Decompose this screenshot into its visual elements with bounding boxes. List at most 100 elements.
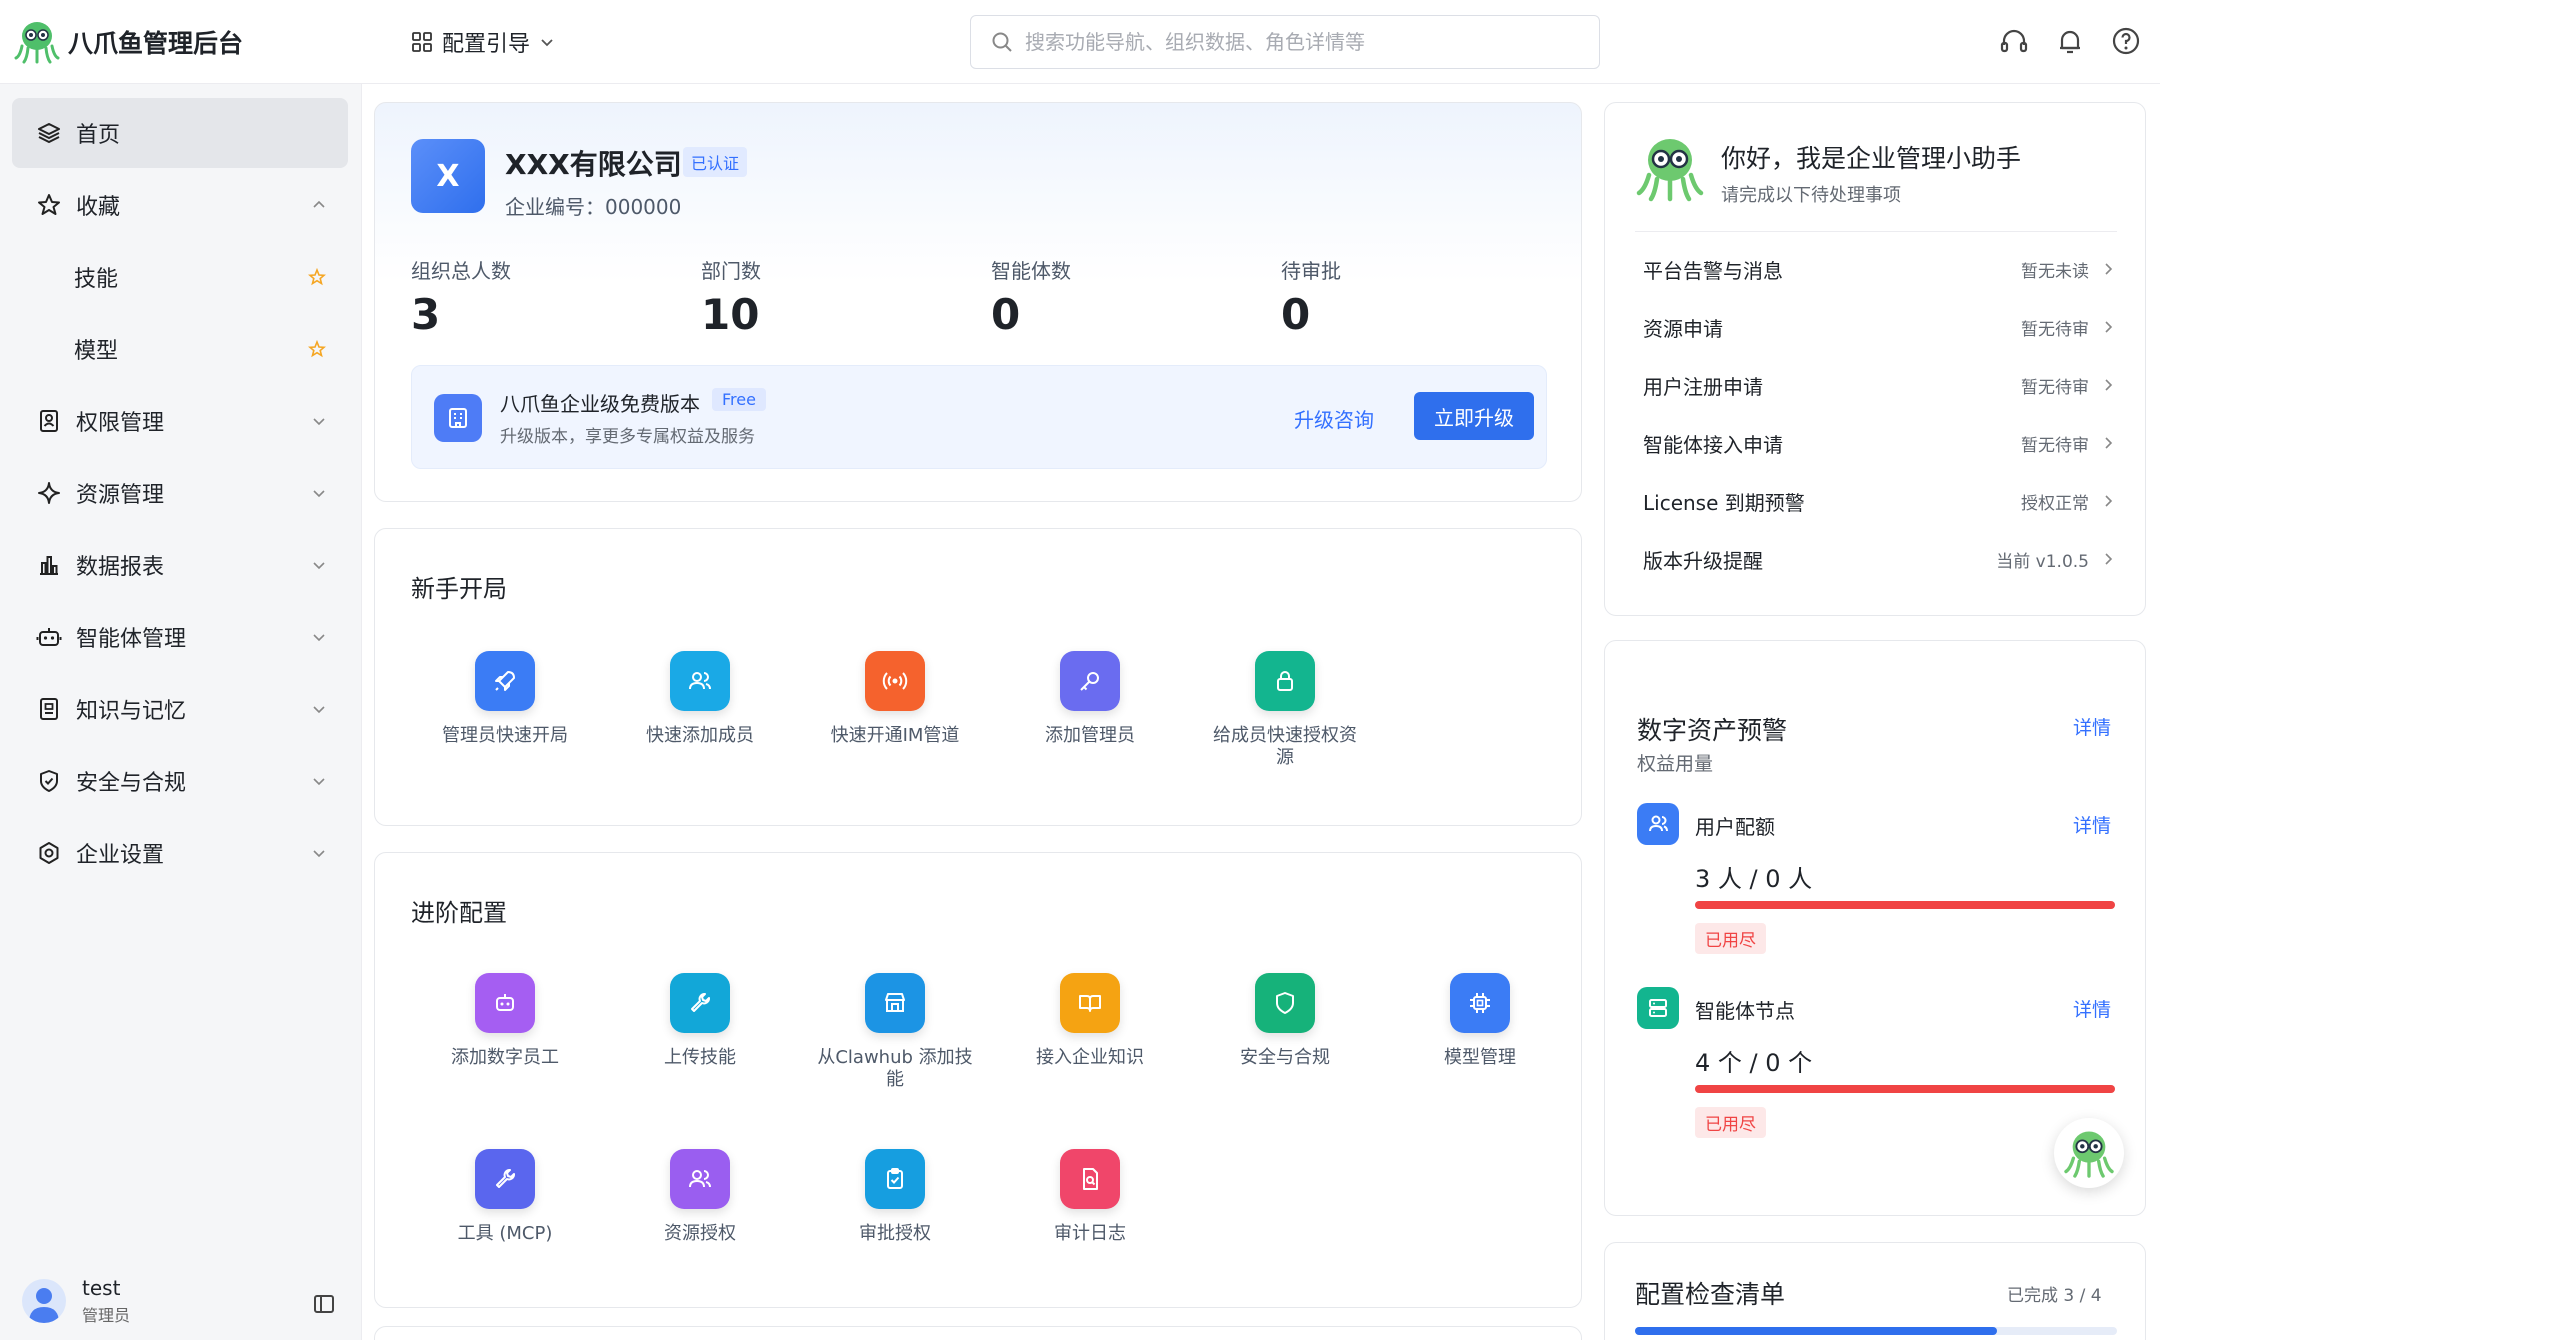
chevron-down-icon	[313, 778, 325, 786]
todo-status-text: 暂无未读	[2021, 261, 2089, 282]
todo-item-alerts[interactable]: 平台告警与消息 暂无未读	[1643, 249, 2115, 289]
quota-detail-link[interactable]: 详情	[2073, 811, 2111, 838]
todo-status-text: 暂无待审	[2021, 377, 2089, 398]
rocket-icon	[475, 651, 535, 711]
todo-item-license-expiry[interactable]: License 到期预警 授权正常	[1643, 481, 2115, 521]
user-profile[interactable]: test 管理员	[22, 1276, 130, 1326]
tile-label: 快速开通IM管道	[830, 725, 960, 746]
tile-open-im-channel[interactable]: 快速开通IM管道	[815, 651, 975, 747]
bell-icon[interactable]	[2054, 25, 2086, 57]
tile-model-management[interactable]: 模型管理	[1400, 973, 1560, 1069]
store-icon	[865, 973, 925, 1033]
chevron-right-icon	[2105, 379, 2113, 391]
sidebar-item-agents[interactable]: 智能体管理	[12, 602, 348, 672]
search-box[interactable]	[970, 15, 1600, 69]
upgrade-banner: 八爪鱼企业级免费版本 Free 升级版本，享更多专属权益及服务 升级咨询 立即升…	[411, 365, 1547, 469]
header-actions	[1998, 25, 2142, 57]
tile-security-compliance[interactable]: 安全与合规	[1205, 973, 1365, 1069]
tile-label: 资源授权	[664, 1223, 736, 1244]
chip-icon	[1450, 973, 1510, 1033]
upgrade-consult-link[interactable]: 升级咨询	[1294, 404, 1374, 433]
config-guide-menu[interactable]: 配置引导	[412, 26, 554, 58]
tile-label: 添加管理员	[1045, 725, 1135, 746]
tile-resource-authorization[interactable]: 资源授权	[620, 1149, 780, 1245]
tile-label: 添加数字员工	[451, 1047, 559, 1068]
key-icon	[1060, 651, 1120, 711]
book-icon	[40, 698, 58, 720]
tile-quick-authorize[interactable]: 给成员快速授权资源	[1205, 651, 1365, 769]
quota-progress-fill	[1695, 901, 2115, 909]
tile-tools-mcp[interactable]: 工具 (MCP)	[425, 1149, 585, 1245]
users-icon	[670, 651, 730, 711]
checklist-progress-fill	[1635, 1327, 1997, 1335]
todo-item-user-registration[interactable]: 用户注册申请 暂无待审	[1643, 365, 2115, 405]
sidebar-subitem-skills[interactable]: 技能	[12, 244, 348, 310]
tile-add-admin[interactable]: 添加管理员	[1010, 651, 1170, 747]
sidebar-item-security[interactable]: 安全与合规	[12, 746, 348, 816]
upgrade-now-button[interactable]: 立即升级	[1414, 392, 1534, 440]
star-filled-icon[interactable]	[308, 268, 326, 286]
layers-icon	[38, 123, 60, 144]
edition-desc: 升级版本，享更多专属权益及服务	[500, 427, 755, 447]
todo-item-resource-requests[interactable]: 资源申请 暂无待审	[1643, 307, 2115, 347]
search-icon	[992, 32, 1012, 52]
tile-label: 安全与合规	[1240, 1047, 1330, 1068]
sidebar-item-permissions[interactable]: 权限管理	[12, 386, 348, 456]
edition-title: 八爪鱼企业级免费版本	[500, 392, 700, 416]
tile-admin-quick-start[interactable]: 管理员快速开局	[425, 651, 585, 747]
tile-add-clawhub-skill[interactable]: 从Clawhub 添加技能	[815, 973, 975, 1091]
chevron-down-icon	[313, 850, 325, 858]
sidebar-item-home[interactable]: 首页	[12, 98, 348, 168]
quota-status-tag: 已用尽	[1695, 1107, 1766, 1138]
chevron-down-icon	[313, 562, 325, 570]
users-icon	[670, 1149, 730, 1209]
help-icon[interactable]	[2110, 25, 2142, 57]
asset-detail-link[interactable]: 详情	[2073, 713, 2111, 740]
grid-icon	[412, 32, 432, 52]
wrench-icon	[475, 1149, 535, 1209]
stat-value: 0	[1281, 290, 1311, 339]
tile-upload-skill[interactable]: 上传技能	[620, 973, 780, 1069]
robot-icon	[36, 628, 62, 646]
todo-status: 授权正常	[2021, 489, 2115, 514]
assistant-title: 你好，我是企业管理小助手	[1721, 144, 2022, 173]
company-id: 企业编号：000000	[505, 195, 682, 219]
sidebar-item-knowledge[interactable]: 知识与记忆	[12, 674, 348, 744]
sidebar-item-label: 资源管理	[76, 483, 165, 508]
tile-approval-authorization[interactable]: 审批授权	[815, 1149, 975, 1245]
tile-label: 上传技能	[664, 1047, 736, 1068]
todo-item-version-upgrade[interactable]: 版本升级提醒 当前 v1.0.5	[1643, 539, 2115, 579]
sidebar-item-enterprise-settings[interactable]: 企业设置	[12, 818, 348, 888]
tile-label: 审批授权	[859, 1223, 931, 1244]
bar-chart-icon	[40, 556, 58, 575]
tile-connect-knowledge[interactable]: 接入企业知识	[1010, 973, 1170, 1069]
beginner-setup-card: 新手开局 管理员快速开局 快速添加成员 快速开通IM管道 添加管理员 给成员快速…	[374, 528, 1582, 826]
floating-assistant-button[interactable]	[2054, 1118, 2124, 1188]
sidebar-subitem-models[interactable]: 模型	[12, 316, 348, 382]
tile-label: 模型管理	[1444, 1047, 1516, 1068]
tile-quick-add-members[interactable]: 快速添加成员	[620, 651, 780, 747]
star-filled-icon[interactable]	[308, 340, 326, 358]
tile-label: 给成员快速授权资源	[1213, 725, 1357, 768]
todo-label: 版本升级提醒	[1643, 548, 1763, 573]
sidebar-item-label: 数据报表	[76, 555, 165, 580]
tile-audit-log[interactable]: 审计日志	[1010, 1149, 1170, 1245]
todo-item-agent-access[interactable]: 智能体接入申请 暂无待审	[1643, 423, 2115, 463]
sidebar-item-reports[interactable]: 数据报表	[12, 530, 348, 600]
chevron-down-icon	[313, 706, 325, 714]
edition-tag: Free	[712, 388, 766, 411]
chevron-down-icon	[313, 634, 325, 642]
sidebar-item-resources[interactable]: 资源管理	[12, 458, 348, 528]
sidebar-collapse-icon[interactable]	[312, 1292, 336, 1316]
quota-progress-bar	[1695, 901, 2115, 909]
todo-status-text: 暂无待审	[2021, 435, 2089, 456]
stat-label: 组织总人数	[411, 259, 511, 283]
stat-total-members: 组织总人数 3	[411, 255, 511, 339]
user-role: 管理员	[82, 1306, 131, 1325]
quota-detail-link[interactable]: 详情	[2073, 995, 2111, 1022]
sidebar-item-favorites[interactable]: 收藏	[12, 170, 348, 240]
assistant-card: 你好，我是企业管理小助手 请完成以下待处理事项 平台告警与消息 暂无未读 资源申…	[1604, 102, 2146, 616]
search-input[interactable]	[1025, 30, 1585, 54]
headset-icon[interactable]	[1998, 25, 2030, 57]
tile-add-digital-employee[interactable]: 添加数字员工	[425, 973, 585, 1069]
